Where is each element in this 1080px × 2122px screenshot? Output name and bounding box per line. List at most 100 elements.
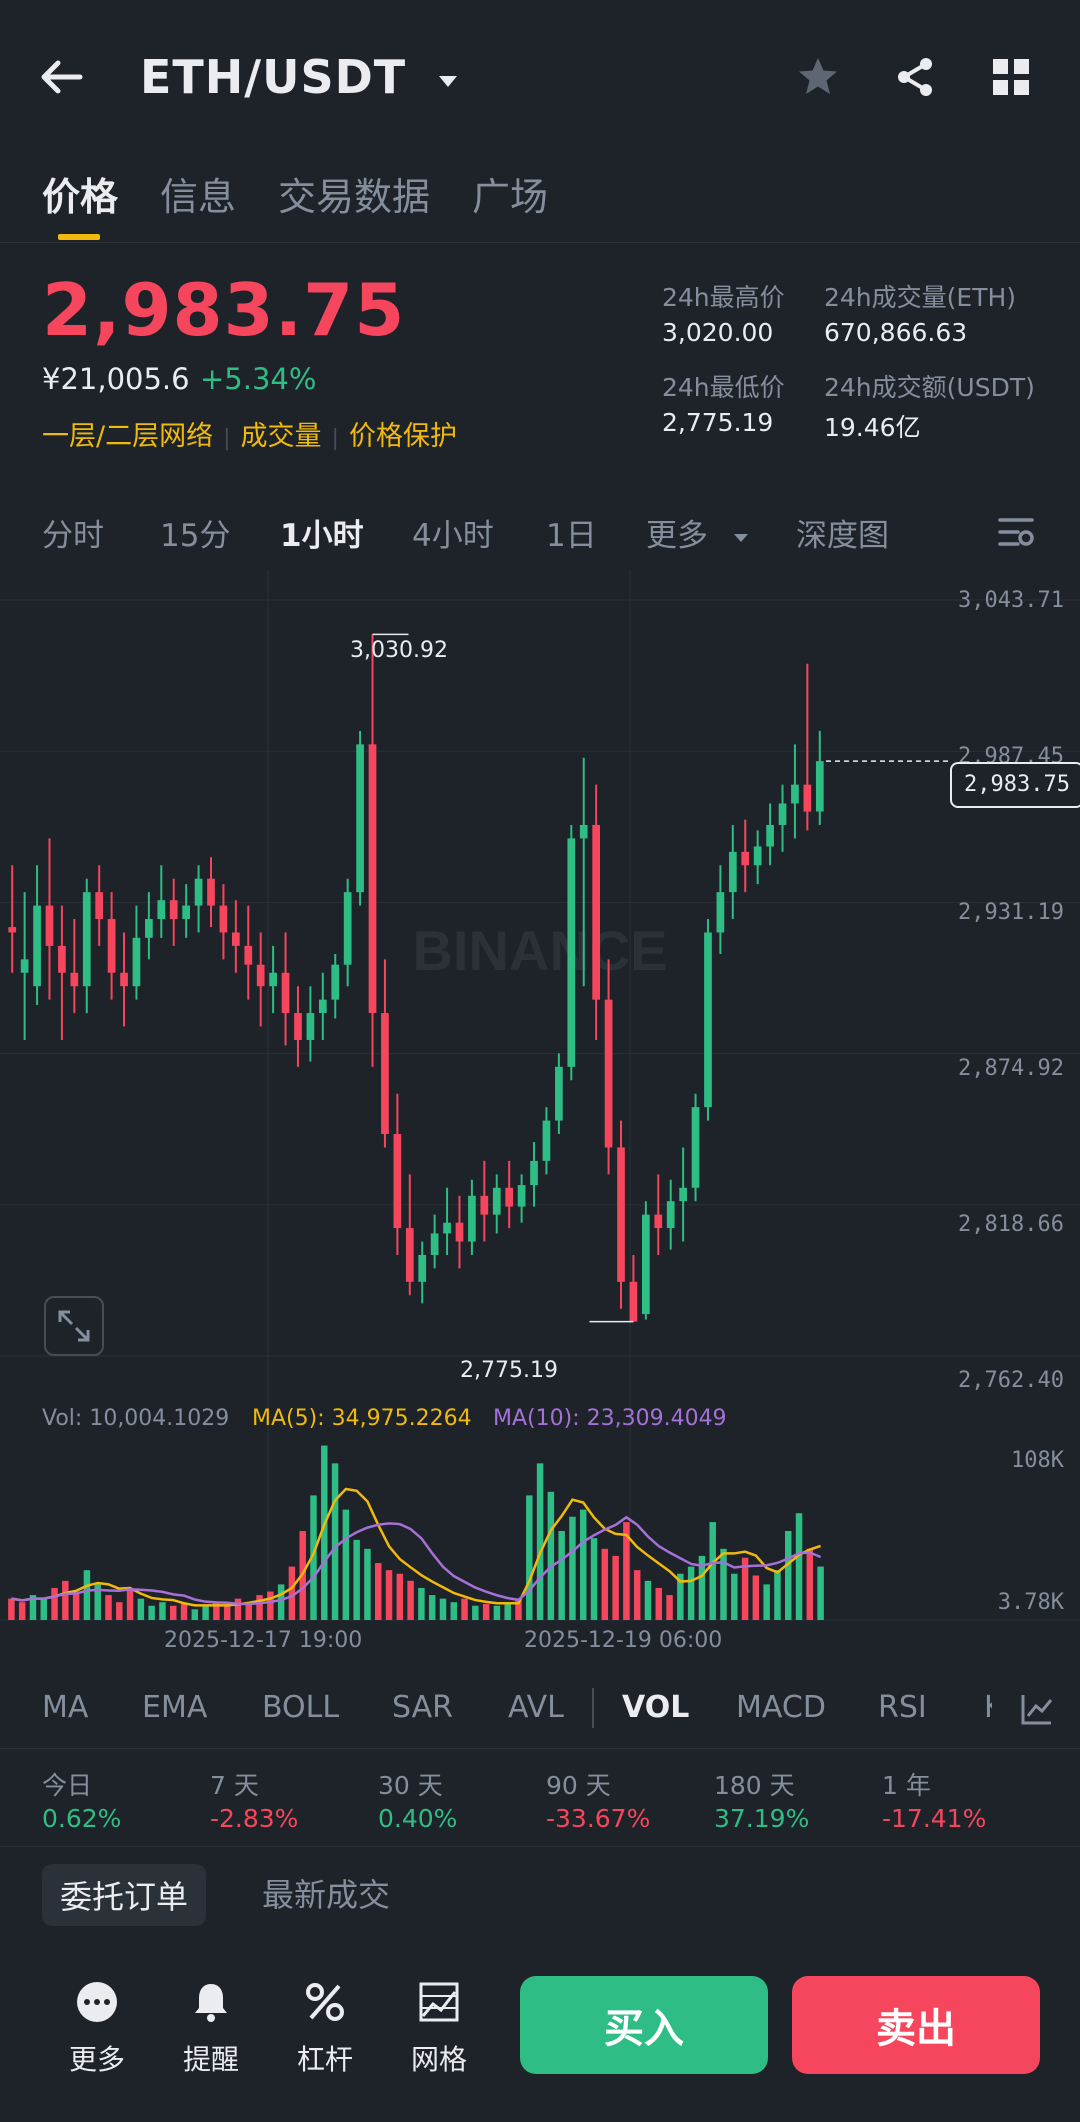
volume-bar bbox=[331, 1463, 339, 1620]
volume-bar bbox=[558, 1531, 565, 1620]
vol-usdt-value: 19.46亿 bbox=[824, 413, 921, 442]
nav-alert-label: 提醒 bbox=[182, 2043, 239, 2076]
candle-body bbox=[505, 1187, 514, 1207]
candle-body bbox=[343, 892, 352, 965]
grid-icon bbox=[993, 59, 1029, 95]
candle-body bbox=[815, 761, 824, 812]
candle-body bbox=[120, 972, 128, 987]
interval-depth[interactable]: 深度图 bbox=[796, 510, 889, 555]
active-tab-indicator bbox=[58, 234, 100, 240]
candle-body bbox=[256, 964, 265, 987]
volume-bar bbox=[148, 1605, 155, 1620]
grid-trading-icon bbox=[419, 1982, 459, 2022]
share-button[interactable] bbox=[892, 54, 938, 104]
volume-bar bbox=[590, 1538, 598, 1620]
interval-1d[interactable]: 1日 bbox=[546, 510, 597, 555]
current-price-tag: 2,983.75 bbox=[950, 762, 1080, 808]
candle-body bbox=[480, 1195, 489, 1215]
interval-4h[interactable]: 4小时 bbox=[412, 510, 494, 555]
interval-more[interactable]: 更多 bbox=[646, 510, 752, 555]
indicator-ema[interactable]: EMA bbox=[142, 1690, 207, 1725]
chevron-down-icon bbox=[439, 75, 458, 87]
volume-bar bbox=[752, 1575, 760, 1620]
y-tick-0: 3,043.71 bbox=[958, 588, 1064, 613]
indicator-sar[interactable]: SAR bbox=[392, 1690, 453, 1725]
caret-down-icon bbox=[733, 533, 748, 542]
volume-bar bbox=[633, 1570, 641, 1620]
volume-bar bbox=[526, 1495, 533, 1620]
indicator-ma[interactable]: MA bbox=[42, 1690, 88, 1725]
volume-bar bbox=[116, 1602, 123, 1620]
nav-more[interactable]: 更多 bbox=[52, 1980, 142, 2078]
tag-network[interactable]: 一层/二层网络 bbox=[42, 421, 213, 452]
buy-button[interactable]: 买入 bbox=[520, 1976, 768, 2074]
volume-bar bbox=[687, 1566, 695, 1620]
pair-title[interactable]: ETH/USDT bbox=[140, 50, 463, 104]
back-arrow-icon bbox=[41, 60, 83, 94]
interval-time[interactable]: 分时 bbox=[42, 510, 104, 555]
x-tick-0: 2025-12-17 19:00 bbox=[164, 1628, 363, 1653]
candle-body bbox=[33, 905, 41, 987]
candle-body bbox=[231, 932, 240, 946]
interval-1h[interactable]: 1小时 bbox=[280, 510, 364, 555]
indicator-rsi[interactable]: RSI bbox=[878, 1690, 927, 1725]
candle-body bbox=[530, 1160, 538, 1186]
tab-trading-data[interactable]: 交易数据 bbox=[278, 166, 430, 221]
volume-bar bbox=[62, 1580, 69, 1620]
volume-bar bbox=[407, 1580, 414, 1620]
candle-body bbox=[318, 999, 327, 1014]
volume-bar bbox=[763, 1584, 770, 1620]
back-button[interactable] bbox=[36, 52, 96, 106]
tab-info[interactable]: 信息 bbox=[160, 166, 236, 221]
candle-body bbox=[182, 905, 191, 920]
more-icon bbox=[77, 1982, 117, 2022]
candle-body bbox=[629, 1281, 638, 1322]
perf-label-7d: 7 天 bbox=[210, 1771, 259, 1800]
candle-body bbox=[517, 1185, 526, 1207]
volume-bar bbox=[482, 1603, 490, 1620]
tag-volume[interactable]: 成交量 bbox=[241, 421, 322, 452]
nav-more-label: 更多 bbox=[68, 2043, 125, 2076]
indicator-vol[interactable]: VOL bbox=[622, 1690, 689, 1725]
indicator-divider bbox=[592, 1688, 594, 1728]
tag-price-protection[interactable]: 价格保护 bbox=[349, 421, 457, 452]
fullscreen-button[interactable] bbox=[44, 1296, 104, 1356]
watermark: BINANCE bbox=[412, 919, 667, 982]
price-chart[interactable]: BINANCE 3,043.71 2,987.45 2,931.19 2,874… bbox=[0, 570, 1080, 1653]
tab-open-orders[interactable]: 委托订单 bbox=[42, 1864, 207, 1926]
indicator-boll[interactable]: BOLL bbox=[262, 1690, 339, 1725]
tab-latest-trades[interactable]: 最新成交 bbox=[262, 1870, 390, 1916]
volume-bar bbox=[223, 1605, 231, 1620]
candle-body bbox=[306, 1013, 315, 1040]
nav-alert[interactable]: 提醒 bbox=[166, 1980, 256, 2078]
vol-eth-label: 24h成交量(ETH) bbox=[824, 283, 1017, 312]
favorite-button[interactable] bbox=[795, 54, 841, 104]
y-tick-4: 2,818.66 bbox=[958, 1212, 1064, 1237]
volume-bar bbox=[234, 1598, 242, 1620]
perf-value-7d: -2.83% bbox=[210, 1804, 299, 1833]
volume-bar bbox=[342, 1509, 350, 1620]
sell-button[interactable]: 卖出 bbox=[792, 1976, 1040, 2074]
volume-bar bbox=[580, 1509, 587, 1620]
vol-usdt-label: 24h成交额(USDT) bbox=[824, 373, 1035, 402]
interval-15m[interactable]: 15分 bbox=[160, 510, 230, 555]
indicator-kdj[interactable]: K bbox=[984, 1690, 992, 1725]
chart-settings-button[interactable] bbox=[996, 512, 1036, 556]
indicator-macd[interactable]: MACD bbox=[736, 1690, 826, 1725]
nav-grid[interactable]: 网格 bbox=[394, 1980, 484, 2078]
candle-body bbox=[294, 1013, 302, 1040]
candle-body bbox=[207, 878, 215, 906]
indicator-avl[interactable]: AVL bbox=[508, 1690, 564, 1725]
volume-bar bbox=[159, 1602, 166, 1620]
layout-button[interactable] bbox=[988, 54, 1034, 104]
indicator-settings-button[interactable] bbox=[1018, 1690, 1056, 1732]
tab-price[interactable]: 价格 bbox=[42, 166, 118, 221]
nav-margin[interactable]: 杠杆 bbox=[280, 1980, 370, 2078]
vol-tick-1: 3.78K bbox=[997, 1590, 1064, 1615]
y-tick-5: 2,762.40 bbox=[958, 1368, 1064, 1393]
candle-body bbox=[430, 1233, 439, 1255]
volume-bar bbox=[202, 1605, 209, 1620]
candle-body bbox=[542, 1120, 551, 1161]
volume-bar bbox=[428, 1595, 436, 1620]
tab-square[interactable]: 广场 bbox=[472, 166, 548, 221]
